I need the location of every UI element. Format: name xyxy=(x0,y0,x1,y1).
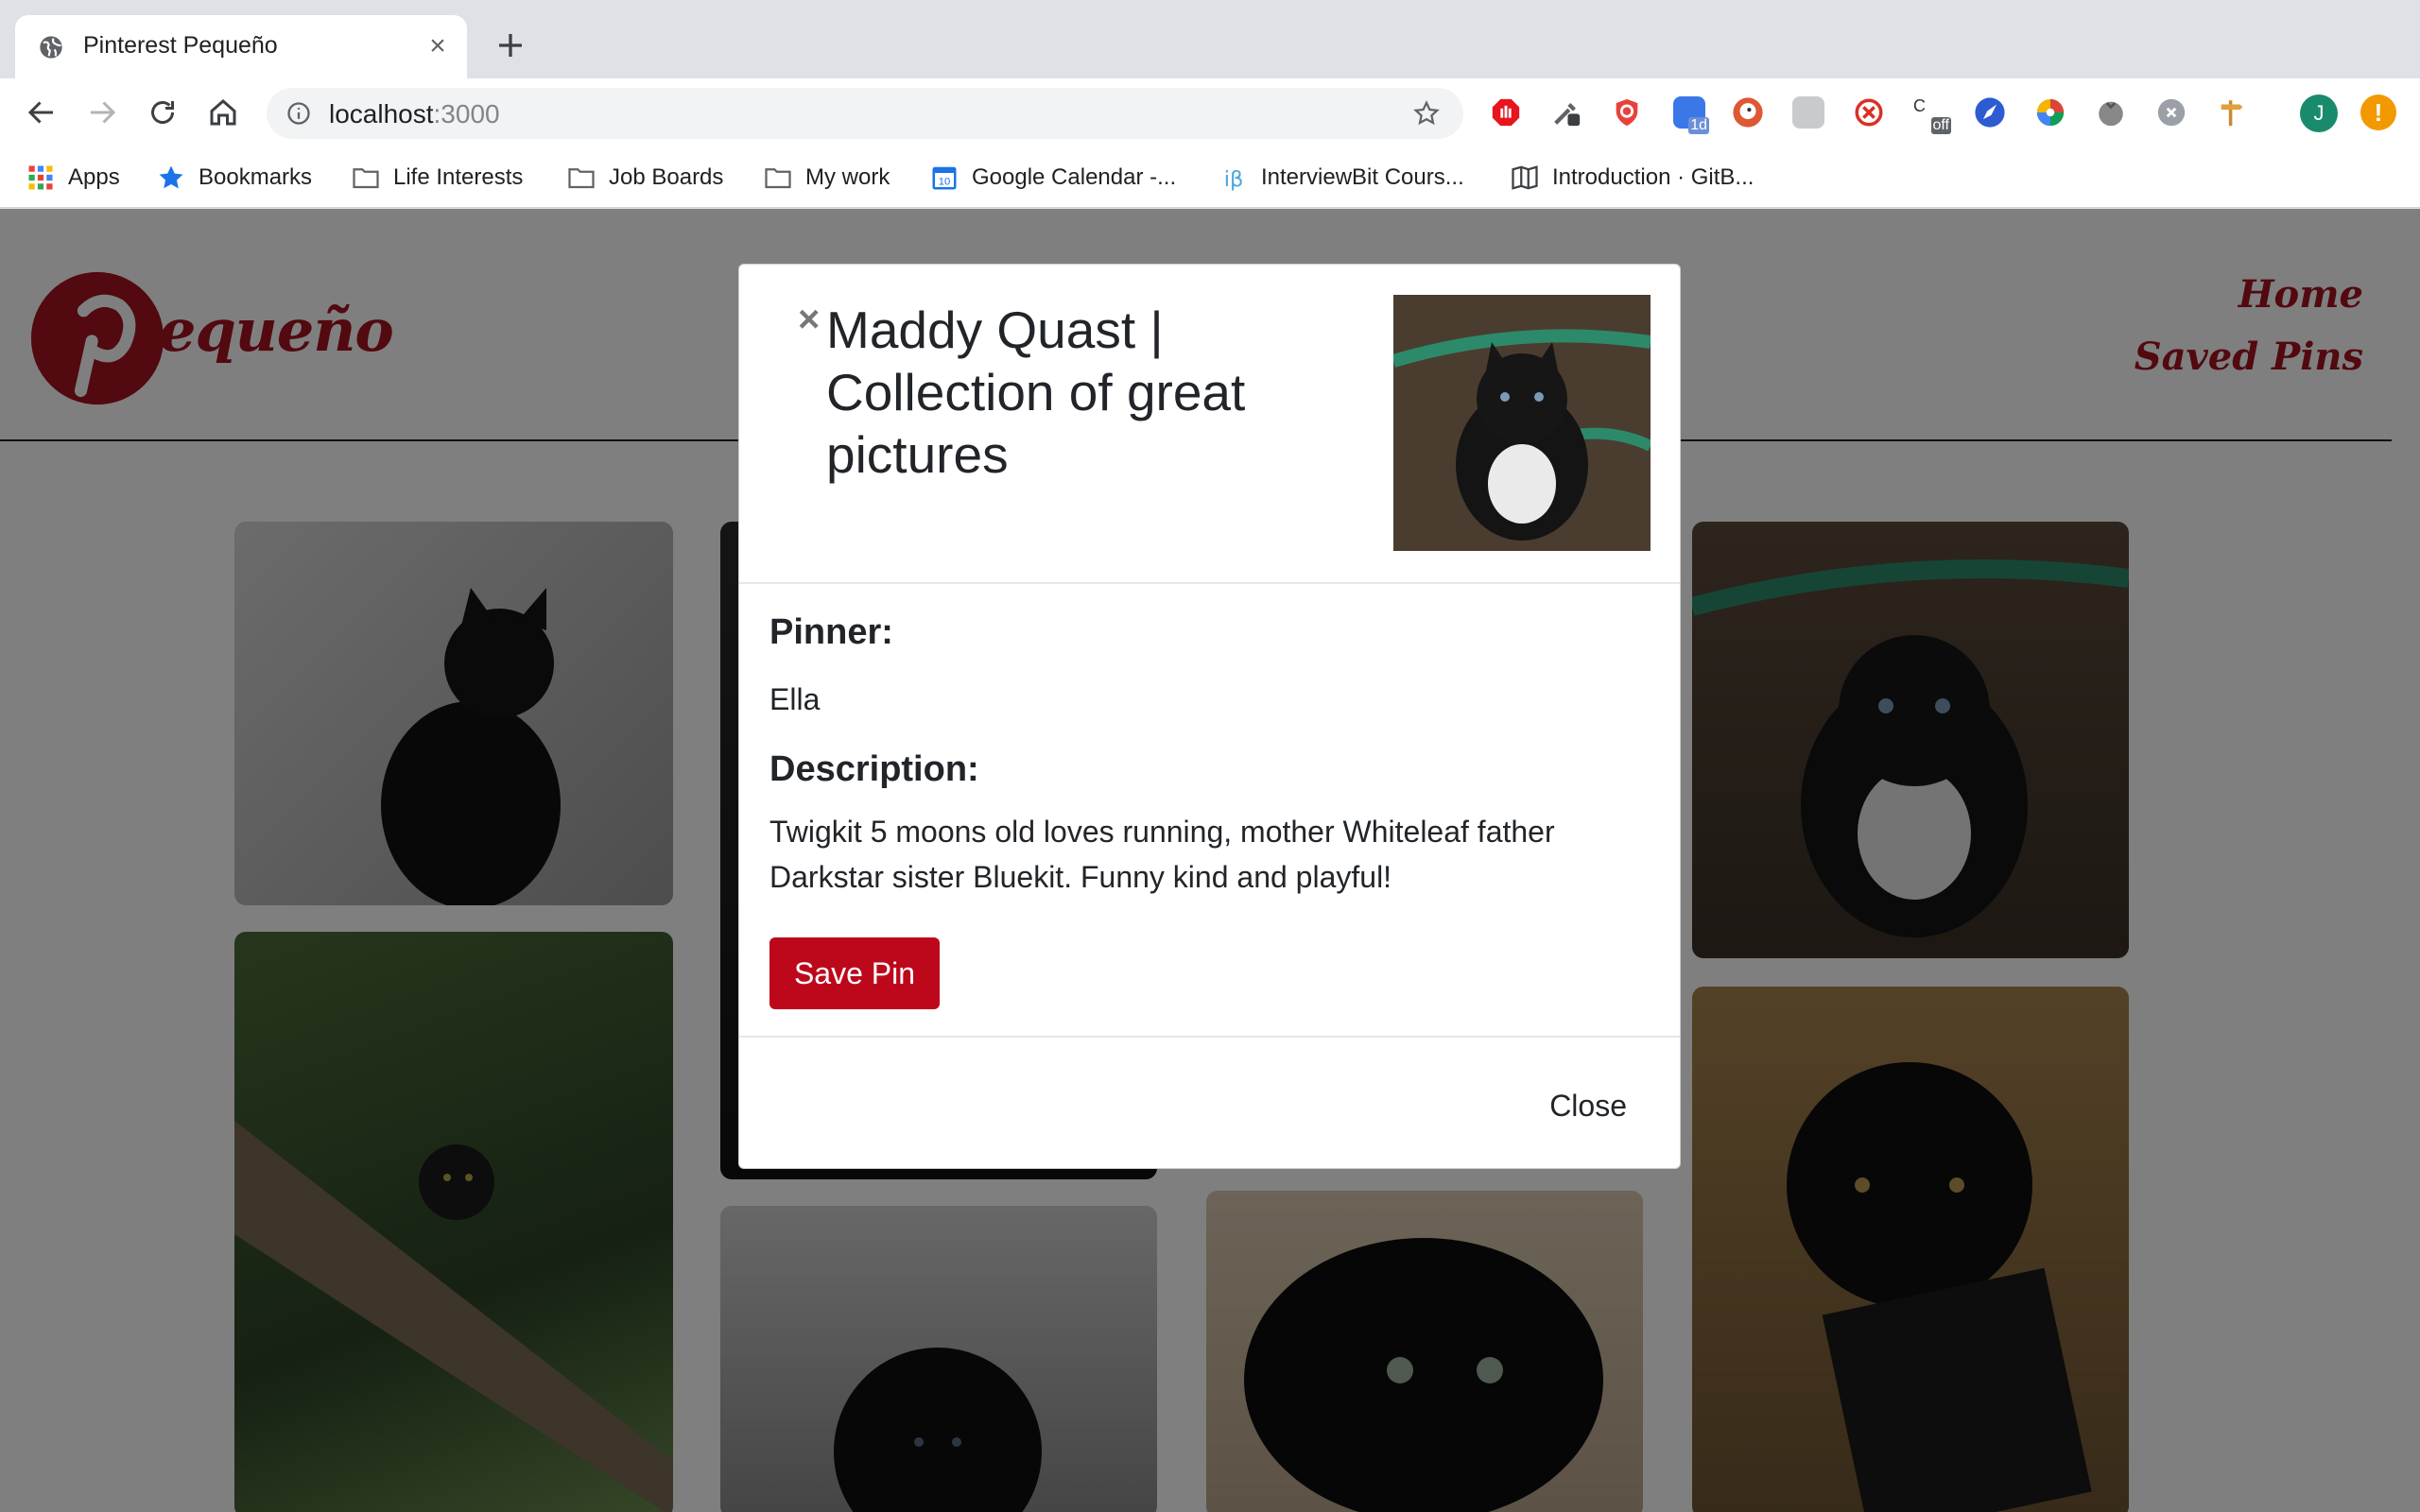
reload-icon[interactable] xyxy=(146,95,180,129)
home-icon[interactable] xyxy=(206,95,240,129)
bookmark-gitbook[interactable]: Introduction · GitB... xyxy=(1511,159,1754,197)
bookmark-job-boards[interactable]: Job Boards xyxy=(567,159,723,197)
url-text: localhost:3000 xyxy=(329,99,500,129)
bookmark-apps[interactable]: Apps xyxy=(26,159,120,197)
star-icon xyxy=(159,165,183,189)
info-icon[interactable] xyxy=(285,100,312,127)
bookmark-label: InterviewBit Cours... xyxy=(1261,164,1464,190)
description-text: Twigkit 5 moons old loves running, mothe… xyxy=(769,815,1555,894)
bookmarks-bar: Apps Bookmarks Life Interests Job Boards… xyxy=(0,147,2420,208)
pin-thumbnail xyxy=(1393,295,1651,551)
profile-avatar[interactable]: J xyxy=(2300,94,2338,132)
tab-title: Pinterest Pequeño xyxy=(83,32,278,59)
calendar-badge: 1d xyxy=(1688,117,1709,134)
rocket-extension-icon[interactable] xyxy=(1974,96,2006,129)
svg-text:10: 10 xyxy=(939,177,951,188)
web-page: equeño Home Saved Pins × Maddy Quast | C… xyxy=(0,209,2420,1512)
folder-icon xyxy=(353,168,379,189)
bookmark-my-work[interactable]: My work xyxy=(764,159,890,197)
back-icon[interactable] xyxy=(25,95,59,129)
folder-icon xyxy=(568,168,595,189)
interviewbit-icon: iβ xyxy=(1224,167,1244,192)
tab-close-icon[interactable]: × xyxy=(424,32,452,60)
address-bar[interactable]: localhost:3000 xyxy=(267,88,1463,139)
shield-extension-icon[interactable] xyxy=(1611,96,1643,129)
close-button[interactable]: Close xyxy=(1549,1089,1627,1124)
modal-header: × Maddy Quast | Collection of great pict… xyxy=(739,265,1680,584)
book-icon xyxy=(1512,165,1538,190)
bookmark-label: Life Interests xyxy=(393,164,524,190)
color-wheel-extension-icon[interactable] xyxy=(2034,96,2066,129)
modal-title: Maddy Quast | Collection of great pictur… xyxy=(826,301,1246,484)
bookmark-bookmarks[interactable]: Bookmarks xyxy=(157,159,312,197)
bookmark-label: Job Boards xyxy=(609,164,724,190)
bookmark-star-icon[interactable] xyxy=(1412,99,1441,128)
pin-detail-modal: × Maddy Quast | Collection of great pict… xyxy=(738,264,1681,1169)
eyedropper-extension-icon[interactable] xyxy=(1550,96,1582,129)
apps-grid-icon xyxy=(28,165,53,190)
tab-strip: Pinterest Pequeño × xyxy=(0,0,2420,78)
bookmark-label: My work xyxy=(805,164,890,190)
x-circle-extension-icon[interactable] xyxy=(2155,96,2187,129)
css-off-badge: off xyxy=(1930,117,1951,134)
bookmark-label: Google Calendar -... xyxy=(972,164,1177,190)
close-icon[interactable]: × xyxy=(798,301,820,338)
pinner-label: Pinner: xyxy=(769,612,893,652)
signpost-extension-icon[interactable] xyxy=(2216,96,2248,129)
generic-extension-icon[interactable] xyxy=(1792,96,1824,129)
new-tab-icon[interactable] xyxy=(493,28,527,62)
css-off-extension-icon[interactable]: C off xyxy=(1913,96,1951,134)
bookmark-label: Bookmarks xyxy=(199,164,313,190)
modal-body: Pinner: Ella Description: Twigkit 5 moon… xyxy=(739,584,1680,1038)
folder-icon xyxy=(765,168,791,189)
bookmark-google-calendar[interactable]: 10 Google Calendar -... xyxy=(930,159,1176,197)
bookmark-interviewbit[interactable]: iβ InterviewBit Cours... xyxy=(1219,159,1464,197)
update-alert-icon[interactable]: ! xyxy=(2360,94,2396,130)
description-label: Description: xyxy=(769,749,979,789)
tomato-extension-icon[interactable] xyxy=(2095,96,2127,129)
save-pin-button[interactable]: Save Pin xyxy=(769,937,940,1009)
browser-tab[interactable]: Pinterest Pequeño × xyxy=(15,15,467,78)
duckduckgo-extension-icon[interactable] xyxy=(1732,96,1764,129)
bookmark-label: Introduction · GitB... xyxy=(1552,164,1754,190)
adblock-extension-icon[interactable] xyxy=(1490,96,1522,129)
kitten-photo xyxy=(1393,295,1651,551)
bookmark-life-interests[interactable]: Life Interests xyxy=(352,159,523,197)
pinner-name: Ella xyxy=(769,682,821,716)
calendar-icon: 10 xyxy=(932,166,957,190)
bookmark-label: Apps xyxy=(68,164,120,190)
calendar-extension-icon[interactable]: 1d xyxy=(1673,96,1709,134)
globe-icon xyxy=(40,36,62,59)
browser-toolbar: localhost:3000 1d C off J ! xyxy=(0,78,2420,147)
block-extension-icon[interactable] xyxy=(1853,96,1885,129)
forward-icon[interactable] xyxy=(85,95,119,129)
svg-text:iβ: iβ xyxy=(1224,167,1244,192)
